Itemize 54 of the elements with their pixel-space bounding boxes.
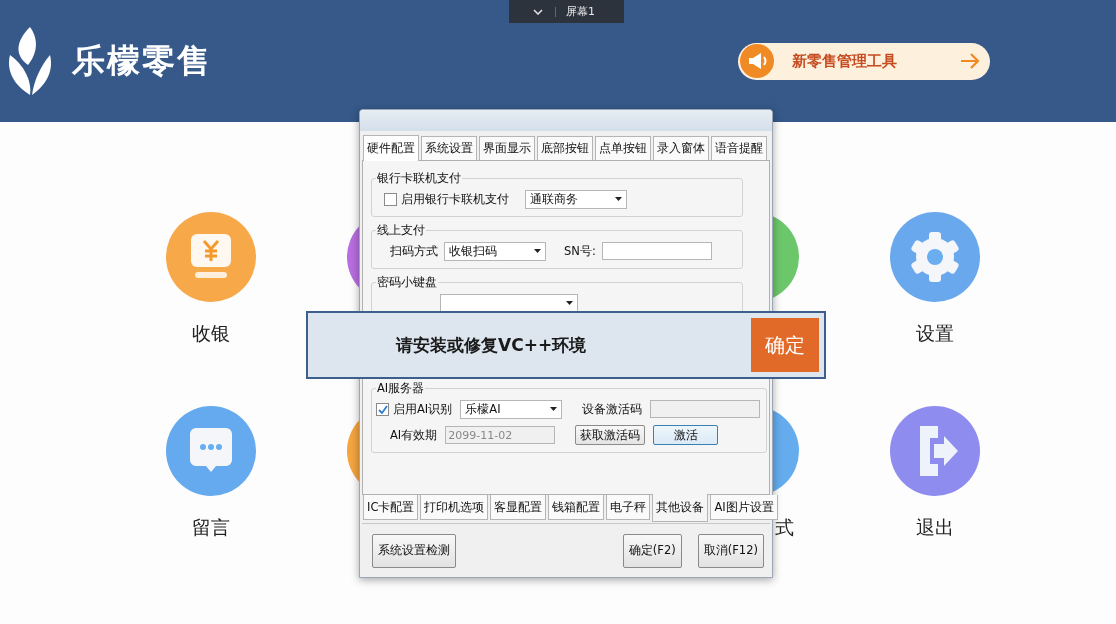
promo-button[interactable]: 新零售管理工具	[738, 42, 990, 80]
checkbox[interactable]: 启用AI识别	[376, 401, 453, 417]
dropdown-arrow-icon	[566, 301, 573, 305]
tile-label: 留言	[190, 516, 231, 538]
screen-switcher[interactable]: 屏幕1	[509, 0, 624, 23]
button[interactable]: 系统设置检测	[372, 533, 456, 568]
screen-label: 屏幕1	[566, 4, 595, 19]
tab[interactable]: 点单按钮	[595, 136, 651, 160]
group-title: AI服务器	[376, 381, 426, 396]
group-title: 线上支付	[376, 223, 426, 238]
settings-icon[interactable]	[889, 212, 980, 302]
checkbox[interactable]: 启用银行卡联机支付	[384, 191, 509, 207]
tab[interactable]: 其他设备	[652, 494, 709, 522]
tab[interactable]: AI图片设置	[710, 495, 778, 520]
tab[interactable]: 客显配置	[490, 495, 547, 520]
tab[interactable]: 钱箱配置	[548, 495, 605, 520]
arrow-right-icon	[960, 52, 980, 70]
tab[interactable]: 录入窗体	[653, 136, 709, 160]
cashier-icon[interactable]	[165, 212, 256, 302]
dropdown[interactable]: 通联商务	[525, 189, 627, 209]
tab[interactable]: 底部按钮	[537, 136, 593, 160]
button[interactable]: 激活	[653, 425, 719, 445]
input-field[interactable]	[601, 242, 712, 260]
field-label: AI有效期	[390, 427, 438, 443]
field-label: SN号:	[564, 243, 596, 259]
dropdown-arrow-icon	[534, 249, 541, 253]
message-icon[interactable]	[165, 406, 256, 496]
group-title: 密码小键盘	[376, 275, 438, 290]
button[interactable]: 取消(F12)	[697, 533, 764, 568]
tile-label: 设置	[914, 322, 955, 344]
exit-icon[interactable]	[889, 406, 980, 496]
chevron-down-icon	[533, 8, 543, 15]
tab[interactable]: 打印机选项	[420, 495, 489, 520]
tab[interactable]: 语音提醒	[711, 136, 767, 160]
tab[interactable]: 系统设置	[421, 136, 477, 160]
field-label: 设备激活码	[582, 401, 643, 417]
tab[interactable]: 电子秤	[606, 495, 651, 520]
dropdown[interactable]: 乐檬AI	[460, 399, 563, 419]
button[interactable]: 获取激活码	[575, 425, 646, 445]
dropdown[interactable]: 收银扫码	[444, 241, 546, 261]
field-label: 扫码方式	[390, 243, 438, 259]
tab[interactable]: 界面显示	[479, 136, 535, 160]
button[interactable]: 确定(F2)	[622, 533, 682, 568]
tab[interactable]: IC卡配置	[363, 495, 419, 520]
tile-label: 收银	[190, 322, 231, 344]
group-title: 银行卡联机支付	[376, 171, 462, 186]
check-icon	[377, 404, 388, 414]
brand-name: 乐檬零售	[72, 39, 212, 82]
dropdown-arrow-icon	[550, 407, 558, 411]
alert-message: 请安装或修复VC++环境	[396, 333, 587, 357]
tab[interactable]: 硬件配置	[363, 135, 419, 161]
dropdown-arrow-icon	[615, 197, 622, 201]
tile-label: 退出	[914, 516, 955, 538]
megaphone-icon	[740, 44, 774, 78]
